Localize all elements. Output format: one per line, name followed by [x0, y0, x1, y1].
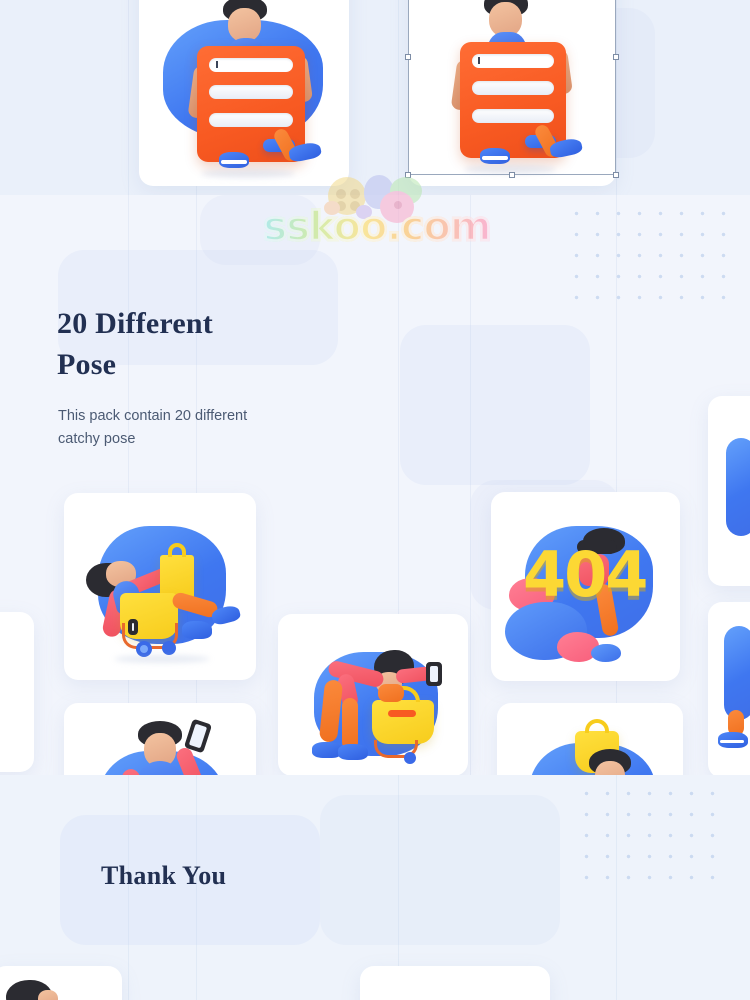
thank-you-heading-block: Thank You — [101, 861, 226, 891]
slide-body-block: This pack contain 20 different catchy po… — [58, 405, 318, 452]
illustration-card-edge-right-top[interactable] — [708, 396, 750, 586]
illustration-card-bottom-left[interactable] — [0, 966, 122, 1000]
dot-grid-pattern — [566, 203, 726, 305]
character-with-shopping-basket-and-phone — [278, 614, 468, 776]
thank-you-title: Thank You — [101, 861, 227, 890]
character-reclining-in-shopping-cart — [64, 493, 256, 680]
page-title-line2: Pose — [57, 348, 117, 382]
illustration-card-signup-right[interactable] — [408, 0, 616, 186]
error-code-text: 404 — [523, 538, 648, 611]
illustration-card-cart-recline[interactable] — [64, 493, 256, 680]
illustration-card-signup-left[interactable] — [139, 0, 349, 186]
character-holding-signup-form — [139, 0, 349, 186]
page-subtitle-line1: This pack contain 20 different — [58, 408, 248, 424]
character-holding-signup-form-selected — [408, 0, 616, 186]
page-subtitle-line2: catchy pose — [58, 431, 136, 448]
slide-pose-preview[interactable] — [0, 0, 750, 195]
character-404-error: 404 — [491, 492, 680, 681]
page-title-line1: 20 Different — [57, 307, 213, 340]
illustration-card-edge-left[interactable] — [0, 612, 34, 772]
presentation-canvas[interactable]: 20 Different Pose This pack contain 20 d… — [0, 0, 750, 1000]
watermark-text: sskoo.com — [262, 204, 493, 250]
watermark: sskoo.com — [262, 175, 493, 261]
illustration-card-edge-right-bottom[interactable] — [708, 602, 750, 778]
dot-grid-pattern-bottom — [576, 783, 731, 893]
illustration-card-bottom-center[interactable] — [360, 966, 550, 1000]
illustration-card-basket-phone[interactable] — [278, 614, 468, 776]
illustration-card-404[interactable]: 404 — [491, 492, 680, 681]
slide-heading-block: 20 Different Pose — [57, 303, 357, 386]
